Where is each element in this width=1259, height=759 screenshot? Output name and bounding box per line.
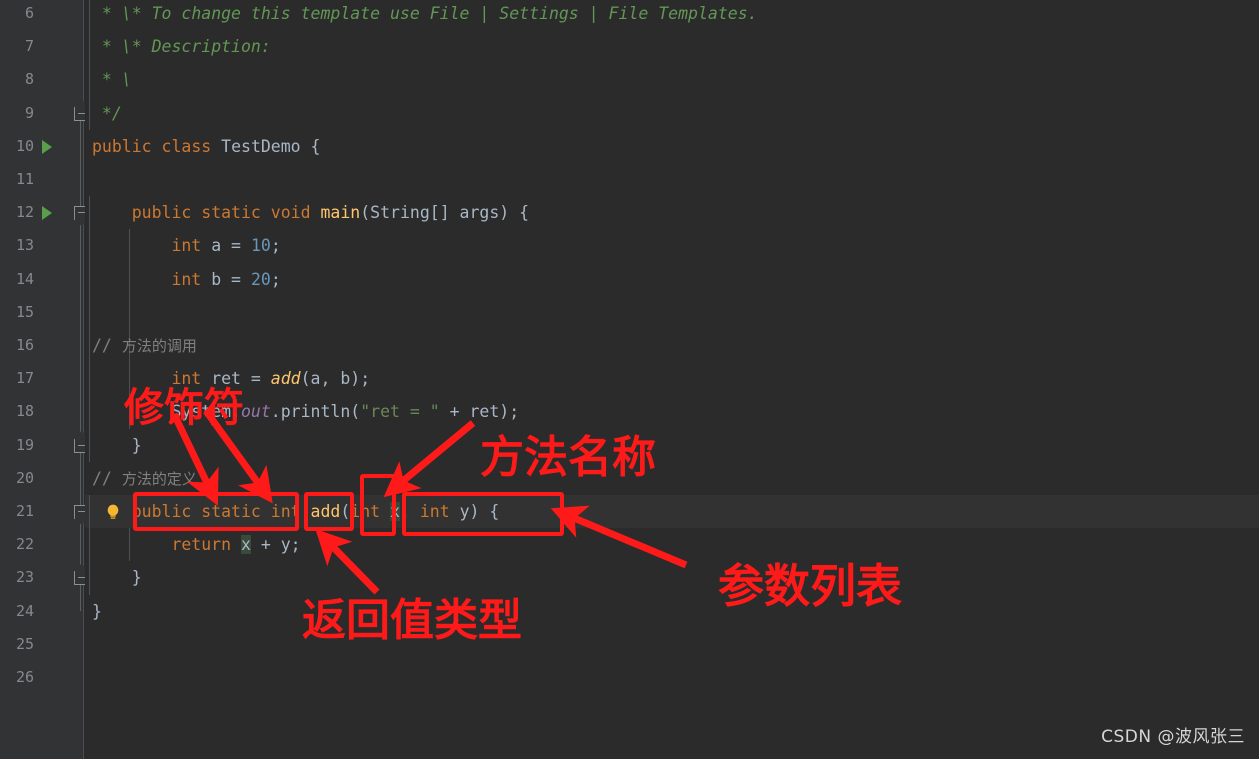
code-line[interactable]: int ret = add(a, b); bbox=[171, 362, 370, 395]
code-token: int bbox=[171, 236, 212, 256]
line-number: 8 bbox=[24, 70, 34, 89]
code-token: * \* To change this template use File | … bbox=[101, 4, 758, 23]
code-token: ret = bbox=[211, 369, 271, 389]
code-token: System. bbox=[171, 402, 241, 422]
code-line[interactable]: int a = 10; bbox=[171, 229, 280, 262]
line-number: 10 bbox=[15, 136, 34, 155]
code-line[interactable]: // 方法的定义 bbox=[92, 462, 197, 495]
line-number: 17 bbox=[15, 369, 34, 388]
line-number: 25 bbox=[15, 634, 34, 653]
code-token: * \* Description: bbox=[101, 37, 271, 57]
code-token: out bbox=[240, 402, 271, 422]
code-token: ) { bbox=[469, 502, 500, 521]
code-token: int bbox=[350, 502, 391, 521]
line-number: 15 bbox=[15, 302, 34, 321]
indent-guide bbox=[89, 0, 90, 130]
code-token: (String[] args) { bbox=[360, 203, 530, 223]
code-token: // bbox=[92, 468, 122, 488]
line-number: 12 bbox=[15, 203, 34, 222]
code-line[interactable]: } bbox=[92, 595, 102, 628]
indent-guide bbox=[89, 495, 90, 595]
code-line[interactable]: public static void main(String[] args) { bbox=[132, 196, 529, 229]
editor-code-area[interactable]: * \* To change this template use File | … bbox=[85, 0, 1259, 759]
code-line[interactable]: public class TestDemo { bbox=[92, 130, 320, 163]
line-number: 9 bbox=[24, 103, 34, 122]
editor-gutter[interactable]: 6 7 8 9 10 11 12 13 14 15 16 17 18 19 20 21 22 23 24 25 26 bbox=[0, 0, 89, 759]
intention-bulb-icon[interactable] bbox=[104, 503, 122, 521]
code-token: } bbox=[131, 435, 142, 455]
code-line[interactable]: */ bbox=[102, 97, 122, 130]
run-gutter-icon[interactable] bbox=[42, 139, 52, 154]
run-gutter-icon[interactable] bbox=[42, 206, 52, 221]
code-line[interactable]: * \* Description: bbox=[102, 30, 271, 63]
code-token: } bbox=[131, 568, 142, 588]
line-number: 19 bbox=[15, 435, 34, 454]
code-token: // bbox=[92, 336, 122, 355]
line-number: 26 bbox=[15, 668, 34, 686]
code-line[interactable]: public static int add(int x, int y) { bbox=[131, 495, 500, 528]
line-number: 24 bbox=[15, 601, 34, 620]
line-number: 16 bbox=[15, 336, 34, 354]
code-token: ; bbox=[270, 236, 281, 256]
code-token: ( bbox=[340, 502, 351, 521]
code-token: + ret); bbox=[439, 402, 520, 422]
code-token: return bbox=[171, 535, 241, 555]
code-token: 方法的调用 bbox=[121, 337, 197, 355]
code-token: public class bbox=[92, 136, 222, 156]
code-token: int bbox=[419, 502, 460, 521]
code-line[interactable]: System.out.println("ret = " + ret); bbox=[171, 395, 519, 428]
line-number: 6 bbox=[24, 4, 34, 22]
code-token: 方法的定义 bbox=[121, 469, 197, 488]
code-token: int bbox=[171, 269, 212, 289]
code-token: int bbox=[171, 369, 212, 389]
code-token: } bbox=[92, 601, 102, 621]
code-token: x bbox=[240, 535, 251, 555]
code-token: * \ bbox=[101, 70, 132, 90]
code-line[interactable]: return x + y; bbox=[171, 528, 301, 561]
code-token: add bbox=[270, 369, 301, 389]
line-number: 7 bbox=[24, 37, 34, 56]
code-token: TestDemo bbox=[221, 136, 311, 156]
code-token: , bbox=[399, 502, 420, 521]
ide-editor-screenshot: 6 7 8 9 10 11 12 13 14 15 16 17 18 19 20 21 22 23 24 25 26 *… bbox=[0, 0, 1259, 759]
csdn-watermark: CSDN @波风张三 bbox=[1101, 727, 1245, 747]
fold-rail bbox=[80, 212, 81, 445]
indent-guide bbox=[89, 196, 90, 462]
line-number: 18 bbox=[15, 402, 34, 421]
code-token: ; bbox=[270, 269, 281, 289]
line-number: 21 bbox=[15, 502, 34, 520]
line-number: 13 bbox=[15, 236, 34, 255]
code-token: 10 bbox=[250, 236, 271, 256]
code-line[interactable]: // 方法的调用 bbox=[92, 329, 197, 362]
code-token: x bbox=[390, 502, 400, 521]
line-number: 14 bbox=[15, 269, 34, 288]
code-token: "ret = " bbox=[360, 402, 440, 422]
code-token: public static void bbox=[131, 203, 321, 223]
code-line[interactable]: } bbox=[132, 561, 142, 594]
line-number: 11 bbox=[15, 170, 34, 188]
code-token: main bbox=[320, 203, 361, 223]
code-token: b = bbox=[211, 269, 251, 289]
code-token: int bbox=[270, 502, 311, 521]
code-token: public static bbox=[131, 502, 271, 521]
code-token: */ bbox=[101, 103, 122, 123]
code-line[interactable]: } bbox=[132, 429, 142, 462]
line-number: 22 bbox=[15, 535, 34, 554]
code-line[interactable]: * \ bbox=[102, 63, 132, 96]
indent-guide bbox=[129, 528, 130, 562]
line-number: 23 bbox=[15, 568, 34, 587]
code-token: + y; bbox=[250, 535, 301, 555]
code-token: a = bbox=[211, 236, 251, 256]
code-token: 20 bbox=[250, 269, 271, 289]
code-line[interactable]: * \* To change this template use File | … bbox=[102, 0, 758, 30]
code-token: { bbox=[310, 136, 321, 156]
code-token: add bbox=[310, 502, 341, 521]
code-token: (a, b); bbox=[300, 369, 371, 389]
code-token: .println( bbox=[270, 402, 361, 422]
code-token: y bbox=[459, 502, 470, 521]
code-line[interactable]: int b = 20; bbox=[171, 263, 280, 296]
line-number: 20 bbox=[15, 468, 34, 487]
